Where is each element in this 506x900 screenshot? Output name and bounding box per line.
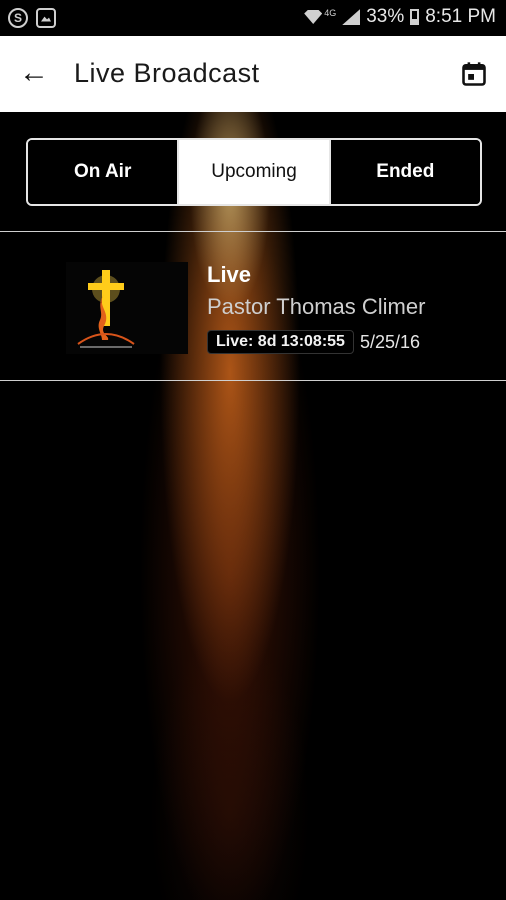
back-arrow-icon: ← — [19, 56, 49, 89]
status-right: 4G 33% 8:51 PM — [304, 6, 496, 28]
battery-percent: 33% — [366, 6, 405, 27]
signal-icon — [342, 9, 361, 25]
live-countdown-badge: Live: 8d 13:08:55 — [207, 330, 354, 354]
calendar-button[interactable] — [460, 60, 488, 88]
status-bar: S 4G 33% 8:51 PM — [0, 0, 506, 36]
tab-ended[interactable]: Ended — [328, 140, 480, 204]
gallery-icon — [36, 8, 56, 28]
broadcast-date: 5/25/16 — [360, 332, 421, 352]
clock: 8:51 PM — [425, 6, 496, 27]
skype-icon: S — [8, 8, 28, 28]
cross-logo-icon — [77, 270, 135, 348]
tab-upcoming[interactable]: Upcoming — [177, 140, 329, 204]
list-item[interactable]: Live Pastor Thomas Climer Live: 8d 13:08… — [0, 232, 506, 380]
broadcast-subtitle: Pastor Thomas Climer — [207, 294, 426, 319]
broadcast-thumbnail — [16, 262, 188, 354]
broadcast-title: Live — [207, 262, 252, 287]
battery-icon — [410, 9, 420, 25]
calendar-icon — [462, 62, 486, 86]
network-type-label: 4G — [324, 8, 337, 18]
broadcast-tabs: On Air Upcoming Ended — [26, 138, 482, 206]
app-bar: ← Live Broadcast — [0, 36, 506, 112]
status-left-icons: S — [8, 8, 56, 28]
page-title: Live Broadcast — [74, 58, 260, 88]
list-item-divider — [0, 380, 506, 381]
back-button[interactable]: ← — [16, 58, 52, 90]
wifi-icon — [304, 10, 323, 24]
tab-on-air[interactable]: On Air — [28, 140, 178, 204]
